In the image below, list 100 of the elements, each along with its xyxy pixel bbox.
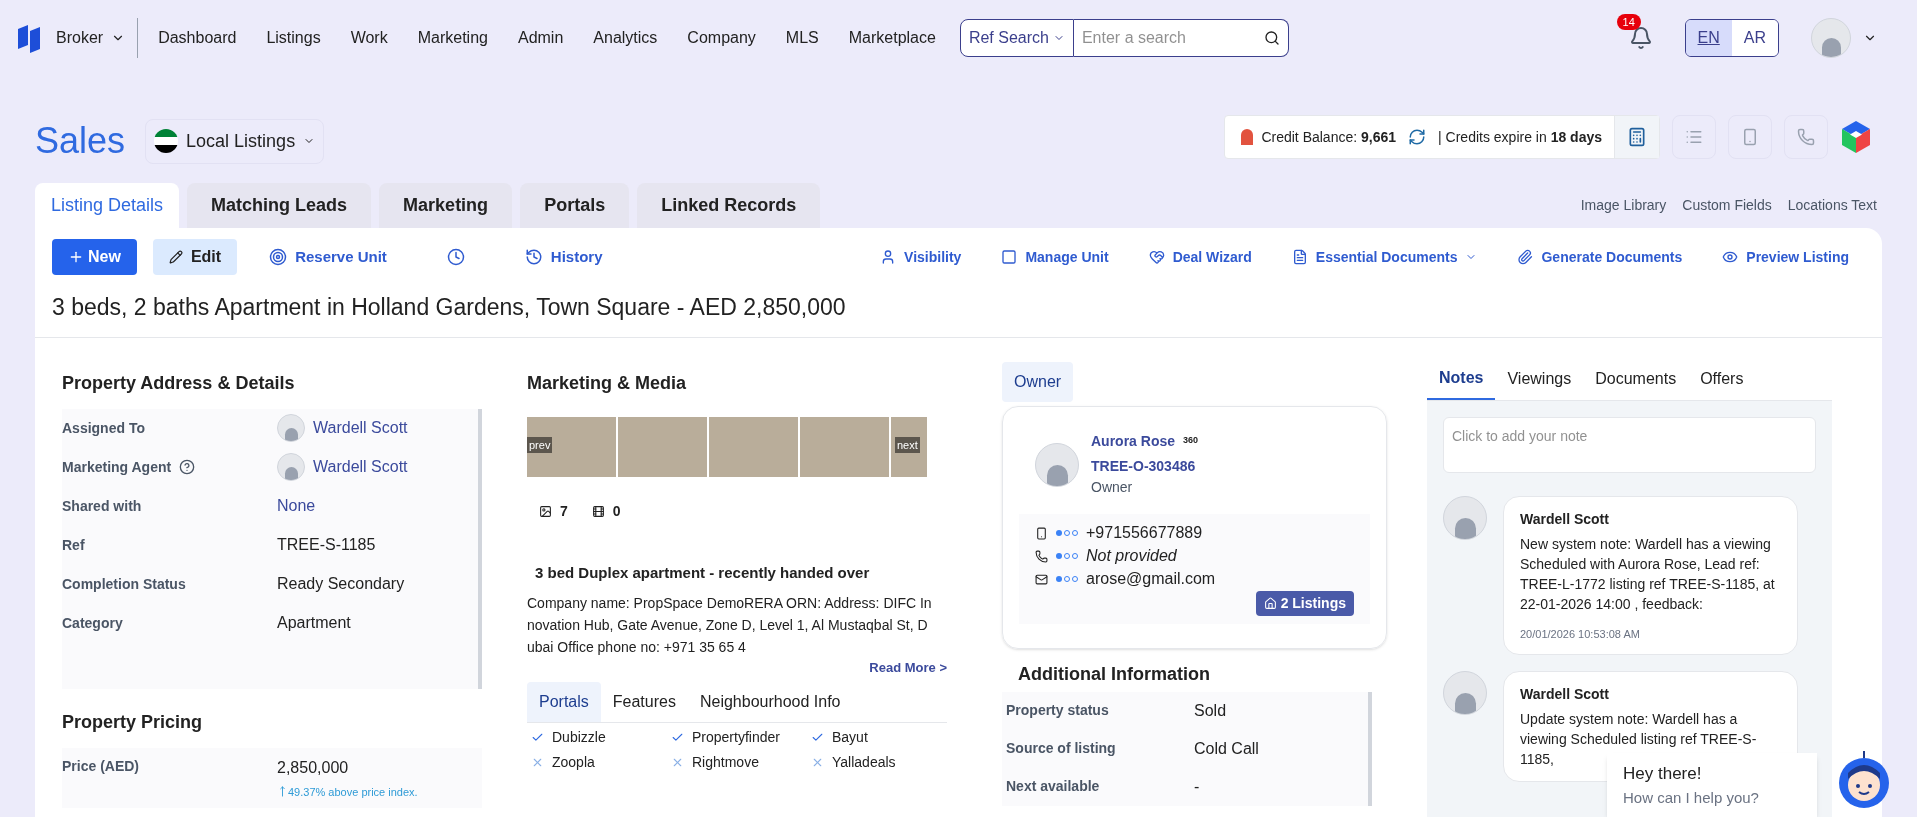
contact-value: arose@gmail.com [1086,569,1216,589]
page-tab[interactable]: Linked Records [637,183,821,228]
search-input[interactable]: Enter a search [1073,25,1264,50]
side-link[interactable]: Image Library [1580,195,1667,216]
nav-link[interactable]: Dashboard [158,25,237,50]
read-more-link[interactable]: Read More > [869,658,947,678]
note-time: 20/01/2026 10:53:08 AM [1520,626,1641,642]
notification-count: 14 [1616,13,1641,30]
notes-tab[interactable]: Documents [1583,357,1689,400]
page-tab[interactable]: Matching Leads [187,183,372,228]
media-tab[interactable]: Portals [527,681,601,722]
eye-icon [1722,249,1739,265]
chat-prompt: How can I help you? [1623,787,1760,808]
section-title: Additional Information [1018,662,1211,686]
search-icon[interactable] [1263,29,1280,46]
chat-popup[interactable]: Hey there! How can I help you? [1607,753,1817,817]
nav-link[interactable]: Listings [266,25,321,50]
side-link[interactable]: Custom Fields [1682,195,1772,216]
nav-link[interactable]: MLS [785,25,819,50]
notes-tab[interactable]: Viewings [1495,357,1584,400]
market-dropdown[interactable]: Local Listings [145,118,325,164]
field-value: TREE-S-1185 [277,535,376,555]
field-value: Ready Secondary [277,574,405,594]
field-label: Shared with [62,496,142,516]
listings-badge[interactable]: 2 Listings [1255,590,1354,616]
photo-placeholder[interactable]: prev [527,416,616,477]
nav-link[interactable]: Marketplace [848,25,936,50]
toolbar-action[interactable]: Visibility [880,246,962,268]
contact-value: +971556677889 [1086,523,1203,543]
video-count: 0 [612,501,621,521]
toolbar-action[interactable]: Generate Documents [1517,246,1683,268]
nav-link[interactable]: Work [350,25,388,50]
nav-link[interactable]: Marketing [417,25,488,50]
listing-title: 3 beds, 2 baths Apartment in Holland Gardens, Town Square - AED 2,850,000 [35,278,1882,338]
section-title: Property Pricing [62,710,204,734]
new-button[interactable]: New [52,239,137,275]
portal-name: Dubizzle [552,727,606,747]
shared-link[interactable]: None [277,494,316,518]
language-toggle[interactable]: EN [1685,19,1732,56]
360-label: 360 [1183,434,1199,448]
media-tab[interactable]: Neighbourhood Info [687,681,853,722]
owner-name[interactable]: Aurora Rose [1091,430,1176,452]
square-icon [1001,249,1018,265]
nav-link[interactable]: Company [687,25,756,50]
notification-icon[interactable] [1628,25,1653,50]
role-dropdown[interactable]: Broker [56,17,139,58]
refresh-icon[interactable] [1408,128,1427,146]
nav-link[interactable]: Admin [517,25,564,50]
author-avatar [1443,671,1487,715]
cube-logo-icon[interactable] [1840,120,1872,154]
notes-tab[interactable]: Notes [1427,357,1496,400]
author-avatar [1443,495,1487,540]
toolbar-action[interactable]: Preview Listing [1722,246,1849,268]
help-icon[interactable] [179,459,196,475]
photo-placeholder[interactable]: next [891,416,927,477]
page-tab[interactable]: Listing Details [35,183,180,228]
toolbar-action[interactable]: Essential Documents [1291,246,1478,268]
field-label: Ref [62,535,85,555]
mobile-icon [1741,128,1759,146]
nav-link[interactable]: Analytics [593,25,658,50]
notes-tab[interactable]: Offers [1688,357,1756,400]
note-input[interactable]: Click to add your note [1443,416,1816,473]
portal-name: Rightmove [692,752,759,772]
search-field[interactable]: Enter a search [1073,18,1289,57]
field-value: 2,850,000 [277,757,350,778]
credit-expiry: | Credits expire in 18 days [1438,127,1603,147]
chatbot-icon[interactable] [1836,749,1892,809]
field-value: - [1194,776,1200,797]
portal-name: Zoopla [552,752,595,772]
listing-description: Company name: PropSpace DemoRERA ORN: Address: DIFC Innovation Hub, Gate Avenue, Zone D, Level 1, Al Mustaqbal St, Dubai Office phone no: +971 35 65 4 [527,594,932,657]
prev-button[interactable]: prev [527,436,553,453]
toolbar-action[interactable]: Manage Unit [1001,246,1109,268]
credit-balance: Credit Balance: 9,661 [1261,127,1397,147]
agent-link[interactable]: Wardell Scott [313,416,408,440]
section-title: Marketing & Media [527,371,688,395]
page-tab[interactable]: Portals [520,183,630,228]
page-tab[interactable]: Marketing [379,183,513,228]
agent-avatar [277,414,305,442]
language-toggle[interactable]: AR [1731,19,1778,56]
note-author: Wardell Scott [1520,509,1610,529]
page-title: Sales [35,119,126,163]
note-text: New system note: Wardell has a viewing Scheduled with Aurora Rose, Lead ref: TREE-L-1772 listing ref TREE-S-1185, at 22-01-2026 14:00 , feedback: [1520,534,1776,614]
portal-name: Propertyfinder [692,727,780,747]
contact-value: Not provided [1086,546,1177,566]
owner-ref[interactable]: TREE-O-303486 [1091,455,1199,477]
toolbar-action[interactable]: History [524,245,603,269]
side-link[interactable]: Locations Text [1787,195,1877,216]
agent-link[interactable]: Wardell Scott [313,455,408,479]
calculator-button[interactable] [1614,116,1659,158]
toolbar-action[interactable]: Deal Wizard [1148,246,1252,268]
list-icon [1685,128,1703,146]
toolbar-action[interactable]: Reserve Unit [269,245,387,269]
next-button[interactable]: next [895,436,920,453]
field-label: Assigned To [62,418,145,438]
ref-search-dropdown[interactable]: Ref Search [959,18,1074,57]
clip-icon [1517,249,1534,265]
clock-icon [446,248,465,266]
media-tab[interactable]: Features [600,681,688,722]
edit-button[interactable]: Edit [152,239,238,275]
owner-tab[interactable]: Owner [1002,361,1074,402]
